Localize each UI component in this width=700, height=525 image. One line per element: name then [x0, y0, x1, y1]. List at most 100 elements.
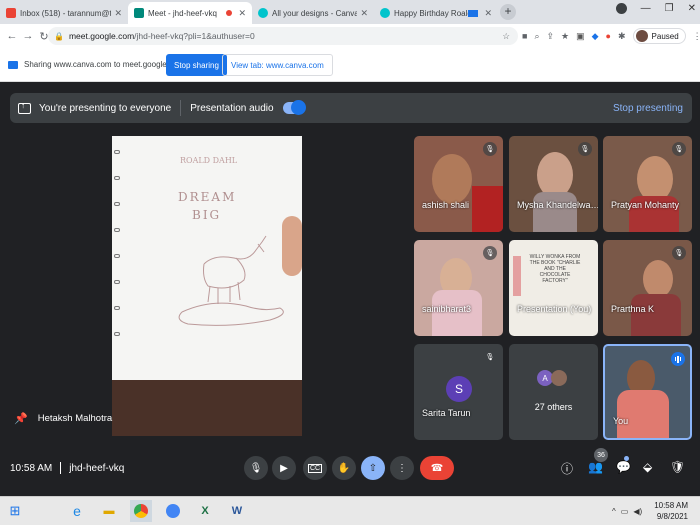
forward-icon[interactable]: →	[20, 30, 36, 42]
camera-icon: ▶	[280, 462, 288, 474]
share-icon[interactable]: ⇪	[546, 31, 554, 42]
recording-dot-icon	[226, 10, 233, 16]
speaking-indicator-icon	[671, 352, 685, 366]
self-tile[interactable]: You	[603, 344, 692, 440]
participant-name: You	[613, 416, 629, 426]
stop-presenting-button[interactable]: Stop presenting	[613, 103, 683, 114]
close-icon[interactable]: ✕	[238, 8, 246, 19]
close-window-icon[interactable]: ✕	[688, 3, 696, 14]
taskbar-clock[interactable]: 10:58 AM 9/8/2021	[654, 500, 688, 522]
volume-icon[interactable]: ◀)	[633, 507, 642, 516]
avatar	[635, 30, 648, 42]
presentation-audio-toggle[interactable]	[282, 100, 306, 115]
chrome-icon[interactable]	[130, 500, 152, 522]
tab-meet[interactable]: Meet - jhd-heef-vkq ✕	[128, 2, 252, 24]
participant-name: Pratyan Mohanty	[611, 200, 680, 210]
edge-icon[interactable]: e	[66, 500, 88, 522]
star-icon[interactable]: ★	[561, 31, 569, 42]
chat-icon[interactable]: 💬	[616, 460, 631, 474]
participant-tile[interactable]: 🎙 sainibharat3	[414, 240, 503, 336]
excel-icon[interactable]: X	[194, 500, 216, 522]
meeting-details-icon[interactable]: ⓘ	[561, 460, 573, 477]
close-icon[interactable]: ✕	[484, 8, 492, 19]
participant-tile[interactable]: WILLY WONKA FROM THE BOOK "CHARLIE AND T…	[509, 240, 598, 336]
hand	[282, 216, 302, 276]
windows-start-icon[interactable]: ⊞	[4, 500, 26, 522]
background-shape	[631, 294, 681, 336]
background-shape	[533, 192, 577, 232]
menu-dots-icon[interactable]: ⋮	[693, 31, 700, 42]
tab-search-icon[interactable]	[615, 3, 627, 14]
giraffe-sketch	[178, 235, 284, 326]
browser-tab-strip: Inbox (518) - tarannum@theindi… ✕ Meet -…	[0, 0, 700, 24]
bookmark-star-icon[interactable]: ☆	[502, 31, 510, 42]
puzzle-icon[interactable]: ✱	[618, 31, 626, 42]
tab-canva-birthday[interactable]: Happy Birthday Roald Dahl ✕	[374, 2, 498, 24]
mic-off-icon: 🎙	[483, 350, 497, 364]
presentation-audio-label: Presentation audio	[190, 102, 274, 114]
close-icon[interactable]: ✕	[360, 8, 368, 19]
stop-sharing-button[interactable]: Stop sharing	[166, 54, 227, 76]
extension-icon[interactable]: ▣	[576, 31, 585, 42]
url-field[interactable]: 🔒 meet.google.com/jhd-heef-vkq?pli=1&aut…	[48, 27, 518, 45]
minimize-icon[interactable]: —	[641, 3, 651, 14]
sharing-status-text: Sharing www.canva.com to meet.google.com	[24, 60, 185, 69]
camera-button[interactable]: ▶	[272, 456, 296, 480]
pin-icon[interactable]: 📌	[14, 412, 28, 425]
new-tab-button[interactable]: +	[500, 4, 516, 20]
back-icon[interactable]: ←	[4, 30, 20, 42]
network-icon[interactable]: ▭	[621, 507, 629, 516]
tab-canva-designs[interactable]: All your designs - Canva ✕	[252, 2, 374, 24]
address-bar-row: ← → ↻ 🔒 meet.google.com/jhd-heef-vkq?pli…	[0, 24, 700, 48]
captions-button[interactable]: CC	[303, 456, 327, 480]
participant-tile[interactable]: 🎙 Mysha Khandelwa…	[509, 136, 598, 232]
participant-video	[643, 260, 673, 298]
gmail-icon	[6, 8, 16, 18]
extension-blue-icon[interactable]: ◆	[592, 31, 599, 42]
word-icon[interactable]: W	[226, 500, 248, 522]
camera-indicator-icon[interactable]: ■	[522, 31, 527, 41]
host-controls-icon[interactable]: 🛡	[670, 460, 685, 474]
people-icon[interactable]: 👥	[588, 460, 603, 474]
more-options-button[interactable]: ⋮	[390, 456, 414, 480]
participant-tile[interactable]: 🎙 Prarthna K	[603, 240, 692, 336]
raise-hand-button[interactable]: ✋	[332, 456, 356, 480]
presenting-bar: You're presenting to everyone Presentati…	[10, 93, 692, 123]
hangup-icon: ☎	[430, 462, 444, 474]
present-button[interactable]: ⇧	[361, 456, 385, 480]
background-shape	[472, 186, 503, 232]
mic-off-icon: 🎙	[483, 246, 497, 260]
present-screen-icon	[18, 101, 31, 114]
lock-icon: 🔒	[54, 31, 64, 41]
present-icon: ⇧	[368, 462, 378, 474]
screen-share-icon	[468, 9, 479, 17]
extension-red-icon[interactable]: ●	[606, 31, 611, 41]
participant-tile[interactable]: 🎙 ashish shali	[414, 136, 503, 232]
meeting-controls: 10:58 AM jhd-heef-vkq 🎙 ▶ CC ✋ ⇧ ⋮ ☎ ⓘ 👥…	[0, 448, 700, 496]
tab-gmail[interactable]: Inbox (518) - tarannum@theindi… ✕	[0, 2, 128, 24]
view-tab-button[interactable]: View tab: www.canva.com	[222, 54, 333, 76]
main-video-feed: ROALD DAHL DREAM BIG	[112, 136, 302, 436]
screen-share-icon	[8, 60, 18, 69]
chat-notification-dot	[624, 456, 629, 461]
mic-off-icon: 🎙	[578, 142, 592, 156]
microphone-button[interactable]: 🎙	[244, 456, 268, 480]
mic-off-icon: 🎙	[672, 142, 686, 156]
search-icon[interactable]: ⌕	[534, 31, 539, 42]
participant-tile[interactable]: S 🎙 Sarita Tarun	[414, 344, 503, 440]
participant-video	[432, 154, 472, 204]
chevron-up-icon[interactable]: ^	[612, 507, 616, 516]
system-tray: ^ ▭ ◀)	[612, 507, 642, 516]
leave-call-button[interactable]: ☎	[420, 456, 454, 480]
profile-button[interactable]: Paused	[632, 28, 686, 44]
avatar	[551, 370, 567, 386]
background-shape	[617, 390, 669, 438]
restore-icon[interactable]: ❐	[665, 3, 674, 14]
chrome-profile-icon[interactable]	[162, 500, 184, 522]
participant-name: Mysha Khandelwa…	[517, 200, 598, 210]
activities-icon[interactable]: ⬙	[643, 460, 652, 474]
file-explorer-icon[interactable]: ▬	[98, 500, 120, 522]
others-tile[interactable]: A 27 others	[509, 344, 598, 440]
close-icon[interactable]: ✕	[114, 8, 122, 19]
participant-tile[interactable]: 🎙 Pratyan Mohanty	[603, 136, 692, 232]
